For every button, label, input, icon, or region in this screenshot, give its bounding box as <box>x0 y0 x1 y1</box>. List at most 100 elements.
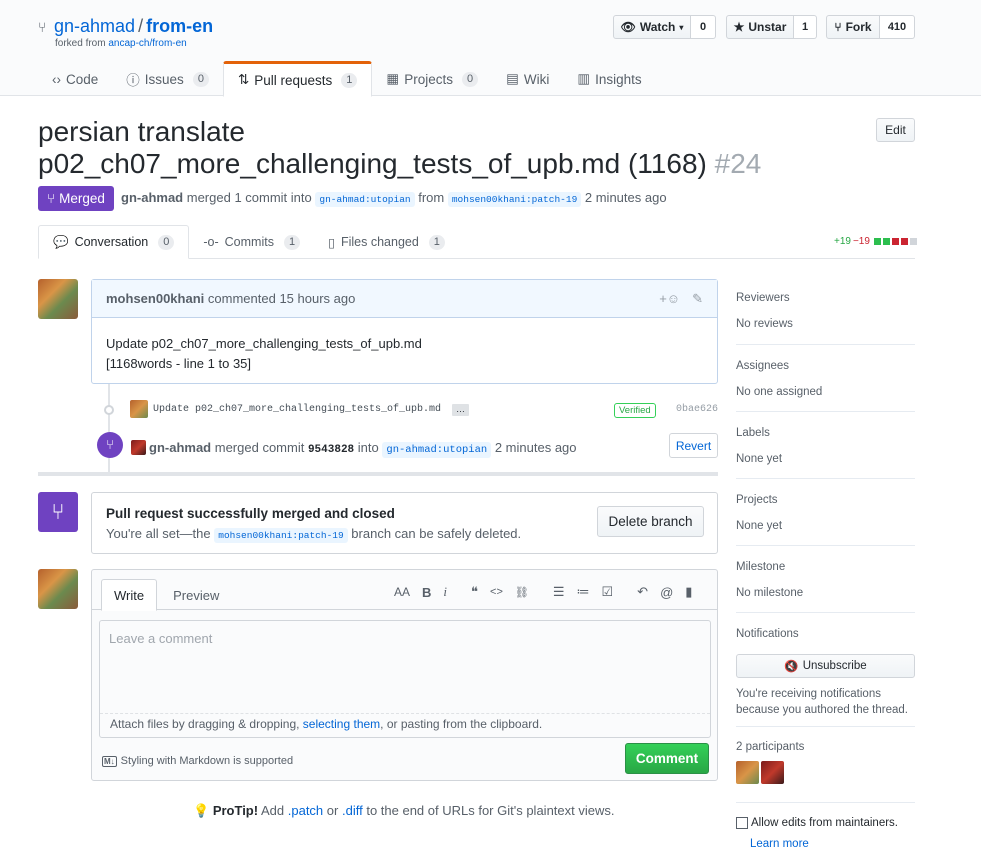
reply-icon[interactable]: ↶ <box>637 584 648 600</box>
bookmark-icon[interactable]: ▮ <box>685 584 692 600</box>
tab-conversation-label: Conversation <box>74 235 149 249</box>
allow-edits: Allow edits from maintainers. <box>736 817 898 829</box>
fork-count[interactable]: 410 <box>880 15 915 39</box>
tab-pull-requests[interactable]: ⇅ Pull requests 1 <box>222 61 373 97</box>
tab-insights[interactable]: ▥ Insights <box>563 61 655 97</box>
tab-projects-count: 0 <box>461 71 479 87</box>
tab-issues[interactable]: ⓘ Issues 0 <box>112 61 223 97</box>
merge-sha[interactable]: 9543828 <box>308 444 354 456</box>
graph-icon: ▥ <box>577 71 591 86</box>
fork-button[interactable]: ⑂ Fork <box>826 15 880 39</box>
forked-from-link[interactable]: ancap-ch/from-en <box>108 38 186 49</box>
comment-textarea[interactable]: Leave a comment Attach files by dragging… <box>99 620 711 738</box>
merge-status-box: Pull request successfully merged and clo… <box>91 492 718 554</box>
tab-code[interactable]: ‹› Code <box>38 61 112 97</box>
comment-author[interactable]: mohsen00khani <box>106 291 204 306</box>
merge-icon: ⑂ <box>47 191 56 206</box>
markdown-note[interactable]: M↓ Styling with Markdown is supported <box>102 755 293 767</box>
repo-nav: ‹› Code ⓘ Issues 0 ⇅ Pull requests 1 ▦ Project… <box>38 61 656 97</box>
diffstat-block <box>882 238 890 245</box>
commit-avatar[interactable] <box>130 400 148 418</box>
diffstat-block <box>891 238 899 245</box>
verified-badge[interactable]: Verified <box>614 403 656 418</box>
heading-icon[interactable]: AA <box>394 585 410 599</box>
pencil-icon[interactable]: ✎ <box>692 291 703 307</box>
watch-button[interactable]: 👁 Watch ▾ <box>613 15 691 39</box>
commit-message[interactable]: Update p02_ch07_more_challenging_tests_o… <box>153 404 441 415</box>
avatar[interactable] <box>38 569 78 609</box>
editor-tabs: Write Preview <box>101 579 231 611</box>
participant-avatar[interactable] <box>761 761 784 784</box>
merge-status-title: Pull request successfully merged and clo… <box>106 506 395 521</box>
commit-expand-button[interactable]: … <box>452 404 469 416</box>
tab-projects[interactable]: ▦ Projects 0 <box>372 61 492 97</box>
head-branch[interactable]: mohsen00khani:patch-19 <box>447 192 582 207</box>
star-count[interactable]: 1 <box>794 15 817 39</box>
sidebar-milestone[interactable]: Milestone No milestone <box>736 561 915 613</box>
revert-button[interactable]: Revert <box>669 433 718 458</box>
repo-owner-link[interactable]: gn-ahmad <box>54 16 135 36</box>
code-icon[interactable]: <> <box>490 586 503 598</box>
merge-actor-avatar[interactable] <box>131 440 146 455</box>
sidebar-labels[interactable]: Labels None yet <box>736 427 915 479</box>
pr-tabs: 💬 Conversation 0 -o- Commits 1 ▯ Files change… <box>38 225 915 259</box>
sidebar-notifications: Notifications 🔇 Unsubscribe You're receiv… <box>736 628 915 727</box>
tab-files-changed[interactable]: ▯ Files changed 1 <box>314 225 459 259</box>
ordered-list-icon[interactable]: ≔ <box>577 584 590 600</box>
task-list-icon[interactable]: ☑ <box>602 584 614 600</box>
merged-by-link[interactable]: gn-ahmad <box>121 190 183 205</box>
edit-button[interactable]: Edit <box>876 118 915 142</box>
avatar[interactable] <box>38 279 78 319</box>
link-icon[interactable]: ⛓ <box>515 586 529 599</box>
protip: 💡 ProTip! Add .patch or .diff to the end… <box>193 803 614 819</box>
select-files-link[interactable]: selecting them <box>303 717 380 731</box>
unstar-button[interactable]: ★ Unstar <box>726 15 794 39</box>
watch-count[interactable]: 0 <box>691 15 716 39</box>
repo-name-link[interactable]: from-en <box>146 16 213 36</box>
quote-icon[interactable]: ❝ <box>471 584 478 600</box>
watch-label: Watch <box>639 20 676 34</box>
timeline-line <box>108 384 110 474</box>
sidebar-assignees[interactable]: Assignees No one assigned <box>736 360 915 412</box>
merge-actor[interactable]: gn-ahmad <box>149 440 211 455</box>
diff-link[interactable]: .diff <box>342 803 363 818</box>
merge-status-text: You're all set—the mohsen00khani:patch-1… <box>106 526 522 543</box>
merge-time[interactable]: 2 minutes ago <box>495 440 577 455</box>
diffstat: +19 −19 <box>834 236 917 247</box>
italic-icon[interactable]: i <box>443 584 447 600</box>
mention-icon[interactable]: @ <box>660 585 673 600</box>
patch-link[interactable]: .patch <box>288 803 323 818</box>
bold-icon[interactable]: B <box>422 585 431 600</box>
base-branch[interactable]: gn-ahmad:utopian <box>315 192 415 207</box>
unsubscribe-button[interactable]: 🔇 Unsubscribe <box>736 654 915 678</box>
commit-sha[interactable]: 0bae626 <box>676 404 718 415</box>
tab-conversation[interactable]: 💬 Conversation 0 <box>38 225 190 259</box>
diffstat-deletions: −19 <box>852 236 870 247</box>
sidebar-projects[interactable]: Projects None yet <box>736 494 915 546</box>
allow-edits-checkbox[interactable] <box>736 817 748 829</box>
tab-conversation-count: 0 <box>158 234 175 250</box>
lightbulb-icon: 💡 <box>193 803 210 818</box>
tab-write[interactable]: Write <box>101 579 158 611</box>
protip-text1: Add <box>260 803 285 818</box>
comment-button[interactable]: Comment <box>625 743 709 774</box>
delete-branch-button[interactable]: Delete branch <box>597 506 704 537</box>
add-reaction-icon[interactable]: +☺ <box>659 291 680 306</box>
sidebar-reviewers-value: No reviews <box>736 318 793 330</box>
sidebar-assignees-label: Assignees <box>736 360 790 372</box>
attach-files-bar[interactable]: Attach files by dragging & dropping, sel… <box>100 713 710 737</box>
learn-more-link[interactable]: Learn more <box>750 838 809 850</box>
tab-wiki[interactable]: ▤ Wiki <box>492 61 563 97</box>
unordered-list-icon[interactable]: ☰ <box>553 584 565 600</box>
merge-branch[interactable]: gn-ahmad:utopian <box>382 442 492 458</box>
tab-preview[interactable]: Preview <box>161 579 231 611</box>
sidebar-reviewers-label: Reviewers <box>736 292 790 304</box>
comment-body-line1: Update p02_ch07_more_challenging_tests_o… <box>106 336 422 351</box>
merge-status-text2: branch can be safely deleted. <box>351 526 522 541</box>
participant-avatar[interactable] <box>736 761 759 784</box>
merge-status-branch[interactable]: mohsen00khani:patch-19 <box>214 528 348 543</box>
tab-commits[interactable]: -o- Commits 1 <box>189 225 314 259</box>
pr-meta-text2: from <box>418 190 445 205</box>
sidebar-reviewers[interactable]: Reviewers No reviews <box>736 292 915 345</box>
comment-time[interactable]: 15 hours ago <box>279 291 355 306</box>
